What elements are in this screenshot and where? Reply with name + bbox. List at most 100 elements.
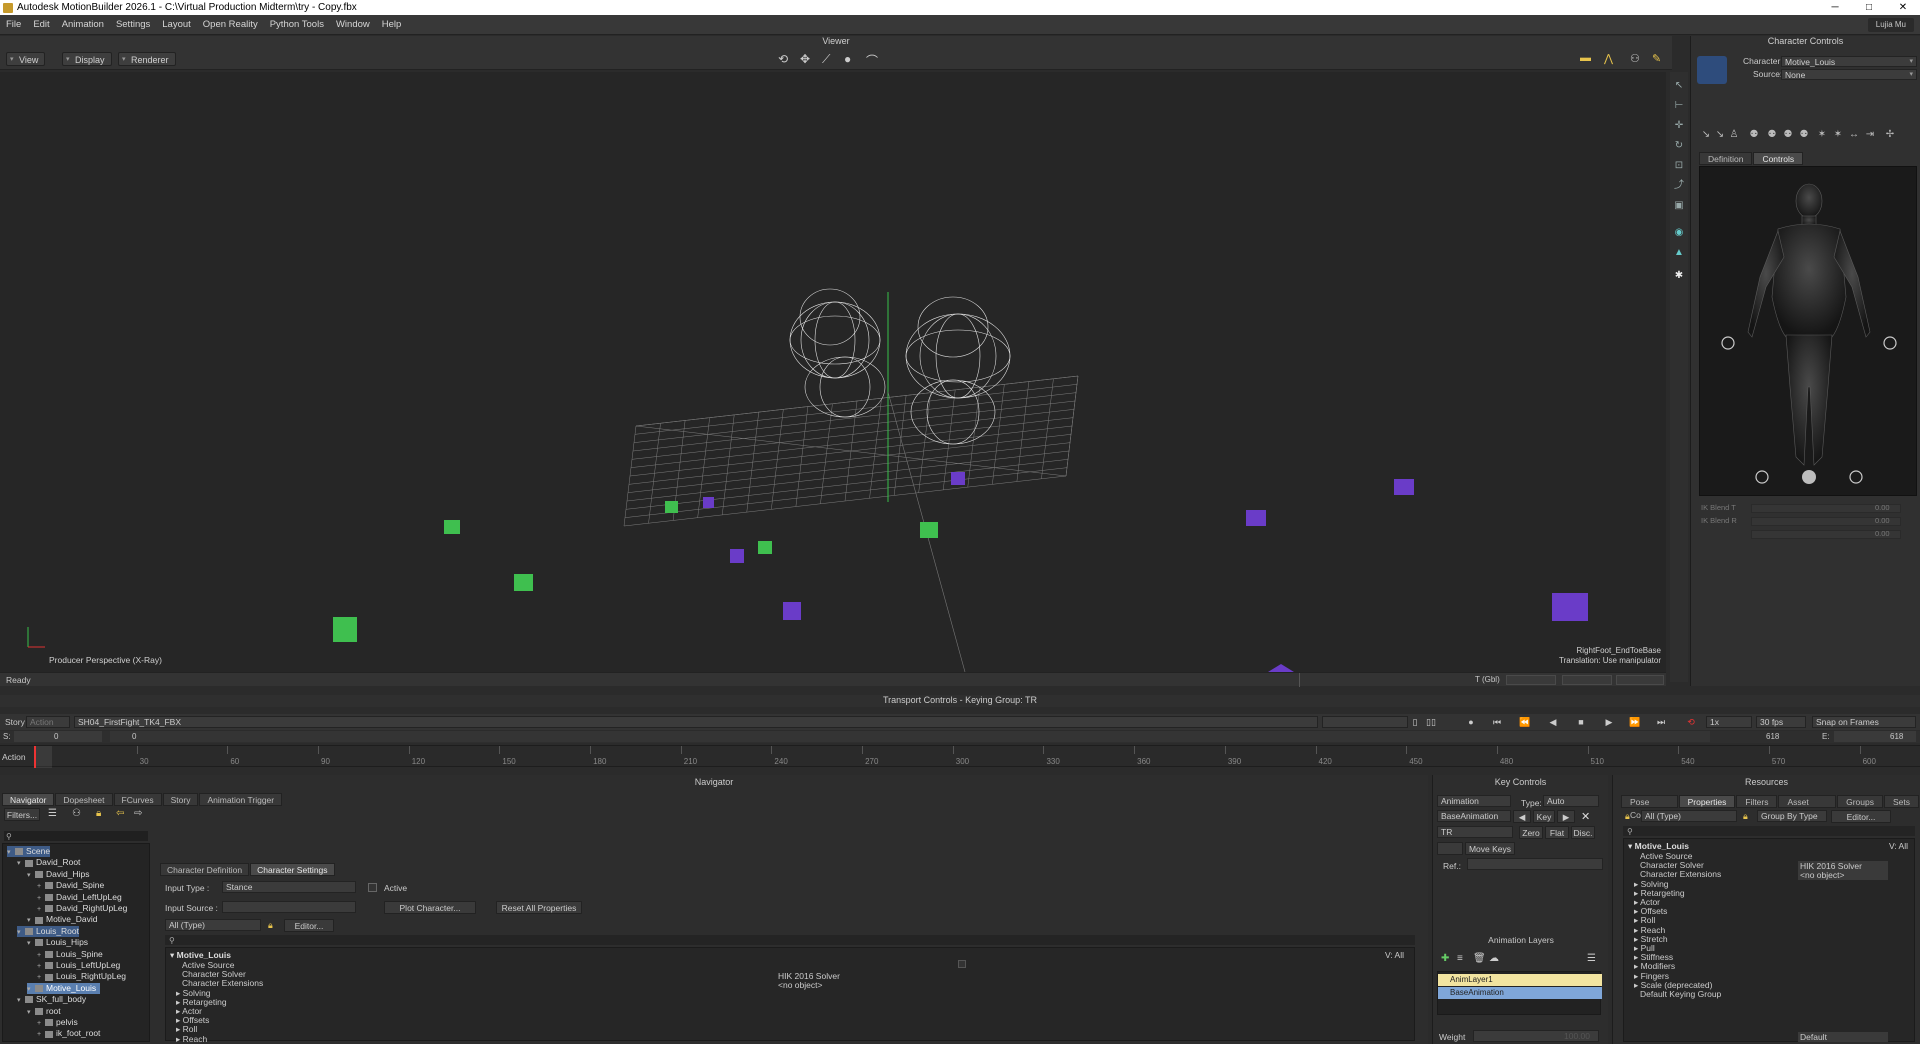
active-source-checkbox[interactable] bbox=[958, 960, 966, 968]
res-keying-group-value[interactable]: Default bbox=[1798, 1032, 1888, 1042]
tree-node[interactable]: + Louis_RightUpLeg bbox=[37, 971, 126, 982]
expand-icon[interactable]: ▾ bbox=[17, 858, 25, 869]
roll-icon[interactable]: ⌒ bbox=[866, 52, 878, 69]
play-reverse-icon[interactable]: ◀ bbox=[1546, 716, 1560, 728]
end-field[interactable]: 618 bbox=[1834, 731, 1916, 742]
tree-node[interactable]: ▾ Motive_David bbox=[27, 914, 98, 925]
expand-icon[interactable]: + bbox=[37, 1018, 45, 1029]
filter-type-select[interactable]: All (Type) bbox=[165, 919, 261, 931]
tab-asset-browser[interactable]: Asset Browser bbox=[1778, 795, 1837, 820]
editor-button[interactable]: Editor... bbox=[284, 919, 334, 932]
res-extensions-value[interactable]: <no object> bbox=[1798, 870, 1888, 880]
menu-python-tools[interactable]: Python Tools bbox=[264, 19, 330, 30]
tab-groups[interactable]: Groups bbox=[1837, 795, 1883, 808]
speed-select[interactable]: 1x bbox=[1706, 716, 1752, 728]
pin-r-icon[interactable]: ⚉ bbox=[1781, 128, 1795, 142]
pin-t-icon[interactable]: ⚉ bbox=[1765, 128, 1779, 142]
expand-icon[interactable]: ▾ bbox=[17, 995, 25, 1006]
ik-tool-icon[interactable]: ◉ bbox=[1673, 227, 1685, 239]
tab-definition[interactable]: Definition bbox=[1699, 152, 1753, 165]
res-search-input[interactable]: ⚲ bbox=[1623, 826, 1915, 836]
prev-key-button[interactable]: ◀ bbox=[1513, 810, 1531, 823]
expand-icon[interactable]: + bbox=[37, 904, 45, 915]
expand-icon[interactable]: ▾ bbox=[27, 870, 35, 881]
maximize-button[interactable]: □ bbox=[1852, 0, 1886, 15]
timeline-range-field[interactable] bbox=[1322, 716, 1408, 728]
ref-select[interactable] bbox=[1467, 858, 1603, 870]
expand-icon[interactable]: + bbox=[37, 1029, 45, 1040]
menu-animation[interactable]: Animation bbox=[56, 19, 110, 30]
tab-character-definition[interactable]: Character Definition bbox=[160, 863, 250, 876]
expand-icon[interactable]: ▾ bbox=[27, 915, 35, 926]
stop-icon[interactable]: ■ bbox=[1574, 716, 1588, 728]
tab-sets[interactable]: Sets bbox=[1883, 795, 1919, 808]
key-mode-select[interactable]: Animation bbox=[1437, 795, 1511, 807]
next-key-icon[interactable]: ⏩ bbox=[1628, 716, 1642, 728]
tab-story[interactable]: Story bbox=[162, 793, 199, 806]
menu-settings[interactable]: Settings bbox=[110, 19, 156, 30]
3d-viewport[interactable] bbox=[0, 72, 1666, 672]
expand-icon[interactable]: + bbox=[37, 950, 45, 961]
minimize-button[interactable]: ─ bbox=[1818, 0, 1852, 15]
tree-node[interactable]: + David_Spine bbox=[37, 880, 104, 891]
fk-tool-icon[interactable]: ▲ bbox=[1673, 247, 1685, 259]
tree-node[interactable]: + Louis_LeftUpLeg bbox=[37, 960, 120, 971]
tree-node[interactable]: + ik_foot_root bbox=[37, 1028, 100, 1039]
coord-z-field[interactable] bbox=[1616, 675, 1664, 685]
timeline-mode-2-icon[interactable]: ▯▯ bbox=[1424, 716, 1438, 728]
extensions-value[interactable]: <no object> bbox=[778, 980, 822, 990]
expand-icon[interactable]: + bbox=[37, 893, 45, 904]
coord-x-field[interactable] bbox=[1506, 675, 1556, 685]
close-button[interactable]: ✕ bbox=[1886, 0, 1920, 15]
delete-key-icon[interactable]: ✕ bbox=[1581, 810, 1590, 823]
back-icon[interactable]: ⇦ bbox=[116, 808, 124, 819]
tab-character-settings[interactable]: Character Settings bbox=[250, 863, 335, 876]
expand-icon[interactable]: + bbox=[37, 961, 45, 972]
scene-tree[interactable]: ▾ Scene ▾ David_Root ▾ David_Hips + David_Spine… bbox=[2, 843, 150, 1042]
delete-layer-icon[interactable]: 🗑︎ bbox=[1473, 953, 1486, 964]
menu-open-reality[interactable]: Open Reality bbox=[197, 19, 264, 30]
next-key-button[interactable]: ▶ bbox=[1557, 810, 1575, 823]
translate-tool-icon[interactable]: ⊢ bbox=[1673, 100, 1685, 112]
start-field[interactable]: 0 bbox=[14, 731, 102, 742]
menu-layout[interactable]: Layout bbox=[156, 19, 197, 30]
go-end-icon[interactable]: ⏭ bbox=[1654, 716, 1668, 728]
move-keys-toggle[interactable] bbox=[1437, 842, 1463, 855]
stance-icon[interactable]: ✶ bbox=[1815, 128, 1829, 142]
reset-all-properties-button[interactable]: Reset All Properties bbox=[496, 901, 582, 914]
layer-select[interactable]: BaseAnimation bbox=[1437, 810, 1511, 822]
timeline-mode-1-icon[interactable]: ▯ bbox=[1408, 716, 1422, 728]
pan-icon[interactable]: ✥ bbox=[800, 52, 810, 66]
layer-menu-icon[interactable]: ☰ bbox=[1587, 953, 1596, 964]
gear-icon[interactable]: ✱ bbox=[1673, 270, 1685, 282]
zero-button[interactable]: Zero bbox=[1519, 826, 1543, 839]
expand-icon[interactable]: ▾ bbox=[27, 984, 35, 995]
input-type-select[interactable]: Stance bbox=[222, 881, 356, 893]
curve-icon[interactable]: ⋀ bbox=[1604, 52, 1613, 65]
current-frame-field[interactable]: 0 bbox=[110, 731, 1710, 742]
renderer-menu-button[interactable]: Renderer bbox=[118, 52, 176, 67]
reach-t-icon[interactable]: ↘ bbox=[1699, 128, 1713, 142]
pin-tr-icon[interactable]: ⚉ bbox=[1797, 128, 1811, 142]
record-icon[interactable]: ● bbox=[1464, 716, 1478, 728]
layer-row[interactable]: AnimLayer1 bbox=[1438, 974, 1602, 986]
scale-tool-icon[interactable]: ⊡ bbox=[1673, 160, 1685, 172]
source-select[interactable]: None bbox=[1781, 69, 1917, 80]
tree-node[interactable]: + David_LeftUpLeg bbox=[37, 892, 122, 903]
timeline-ruler[interactable]: Action 30 60 90 120 150 180 210 240 270 300 330 360… bbox=[0, 745, 1920, 768]
full-body-icon[interactable]: ⚉ bbox=[1747, 128, 1761, 142]
flat-button[interactable]: Flat bbox=[1545, 826, 1569, 839]
light-icon[interactable]: ▬ bbox=[1580, 52, 1591, 64]
pencil-icon[interactable]: ✎ bbox=[1652, 52, 1661, 65]
tab-dopesheet[interactable]: Dopesheet bbox=[55, 793, 113, 806]
lock-icon[interactable]: 🔒︎ bbox=[1625, 811, 1630, 822]
menu-window[interactable]: Window bbox=[330, 19, 376, 30]
tab-controls[interactable]: Controls bbox=[1753, 152, 1804, 165]
tab-fcurves[interactable]: FCurves bbox=[113, 793, 162, 806]
tab-navigator[interactable]: Navigator bbox=[2, 793, 55, 806]
display-menu-button[interactable]: Display bbox=[62, 52, 112, 67]
dolly-icon[interactable]: ⟋ bbox=[822, 52, 830, 67]
blend-row-3[interactable]: 0.00 bbox=[1699, 529, 1917, 540]
zoom-icon[interactable]: ● bbox=[844, 52, 851, 66]
select-tool-icon[interactable]: ↖ bbox=[1673, 80, 1685, 92]
